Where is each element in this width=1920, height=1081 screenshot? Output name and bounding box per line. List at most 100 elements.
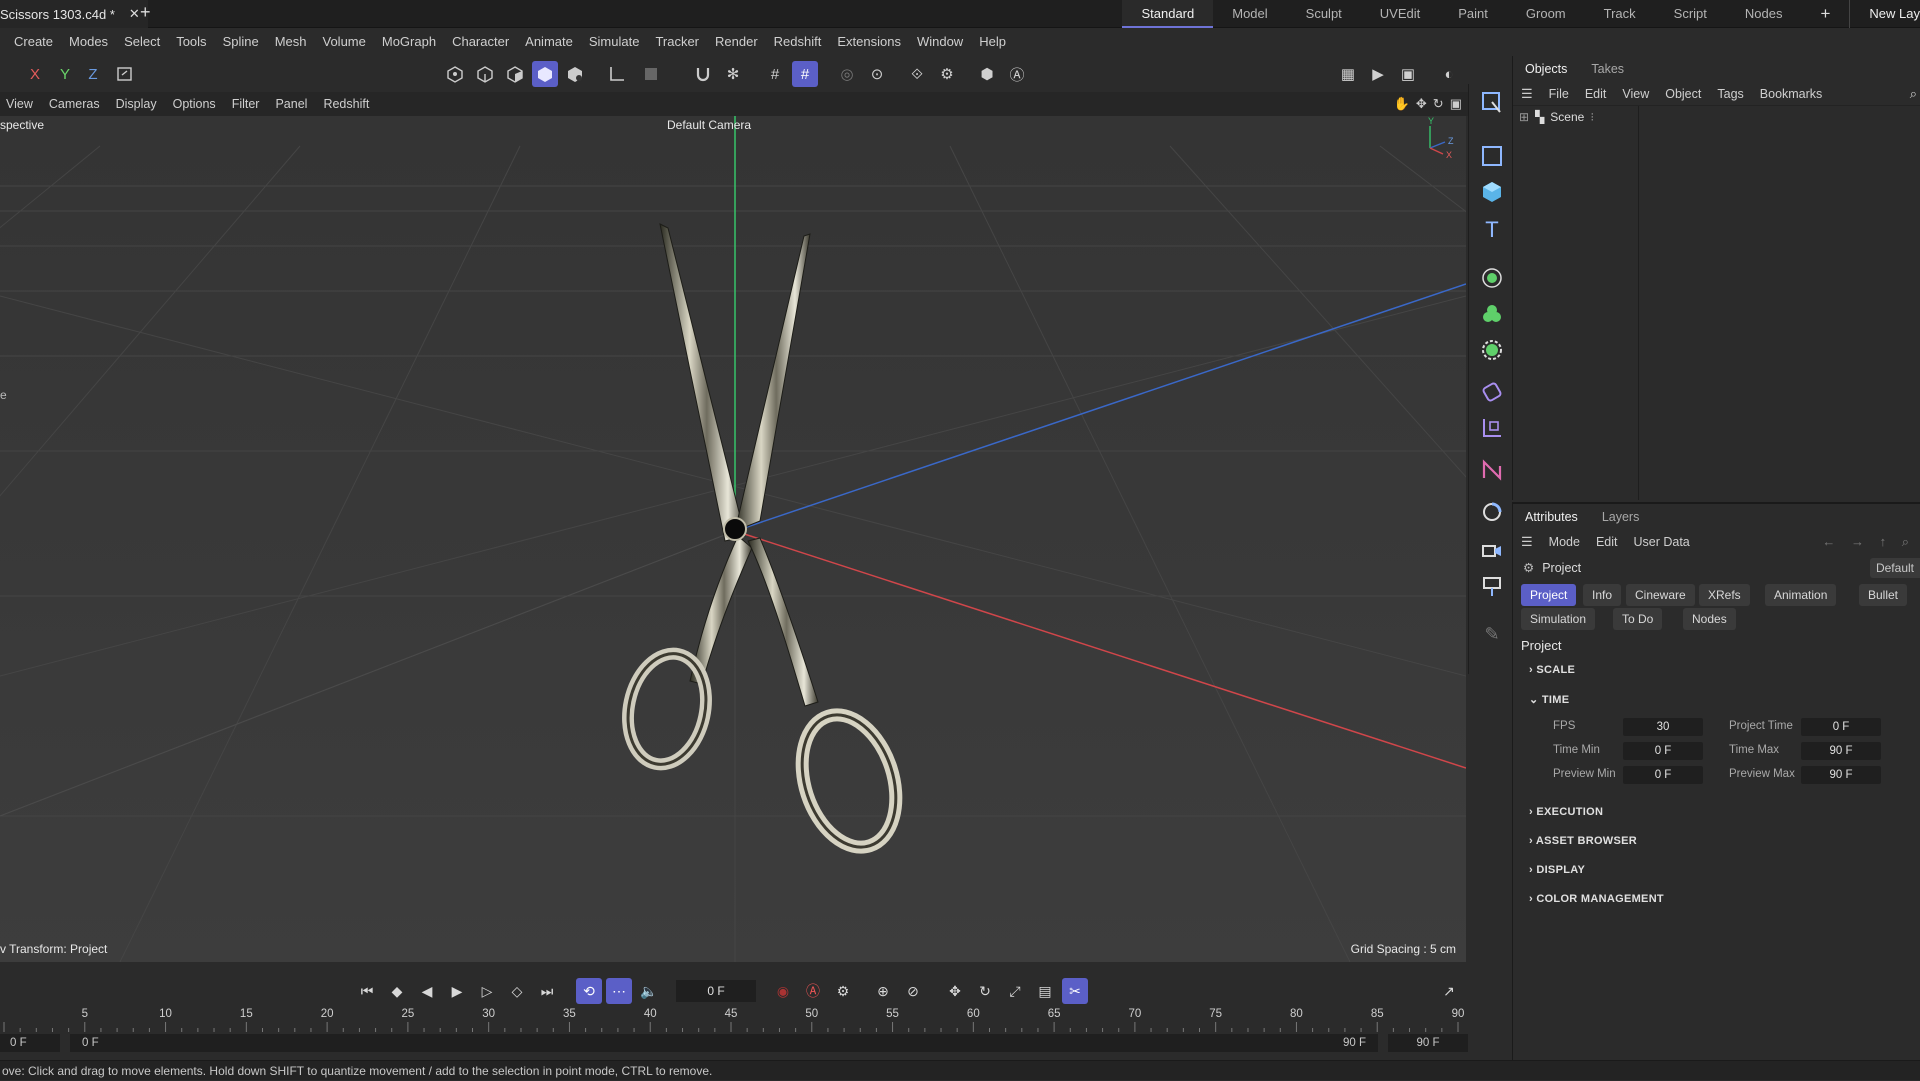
obj-menu-edit[interactable]: Edit — [1577, 87, 1615, 101]
texture-mode-icon[interactable] — [638, 61, 664, 87]
menu-modes[interactable]: Modes — [61, 34, 116, 49]
layout-script[interactable]: Script — [1655, 0, 1726, 28]
attr-nav-icons[interactable]: ← → ↑ ⌕ — [1822, 534, 1915, 550]
obj-menu-tags[interactable]: Tags — [1709, 87, 1751, 101]
mograph-icon[interactable] — [1476, 298, 1508, 330]
attr-tab-xrefs[interactable]: XRefs — [1699, 584, 1750, 606]
sound-icon[interactable]: 🔈 — [636, 978, 662, 1004]
live-selection-icon[interactable] — [1476, 86, 1508, 118]
menu-spline[interactable]: Spline — [215, 34, 267, 49]
snap-magnet-icon[interactable] — [690, 61, 716, 87]
redshift-ipr-icon[interactable]: ◐ — [1436, 61, 1462, 87]
menu-simulate[interactable]: Simulate — [581, 34, 648, 49]
timeline-graph-icon[interactable]: ↗ — [1436, 978, 1462, 1004]
time-max-field[interactable]: 90 F — [1801, 742, 1881, 760]
add-layout-icon[interactable]: + — [1801, 0, 1851, 28]
vp-menu-panel[interactable]: Panel — [269, 97, 317, 111]
attr-tab-cineware[interactable]: Cineware — [1626, 584, 1695, 606]
menu-select[interactable]: Select — [116, 34, 168, 49]
vp-menu-view[interactable]: View — [0, 97, 43, 111]
next-frame-icon[interactable]: ▷ — [474, 978, 500, 1004]
attr-tab-nodes[interactable]: Nodes — [1683, 608, 1736, 630]
vp-menu-options[interactable]: Options — [167, 97, 226, 111]
key-move-icon[interactable]: ✥ — [942, 978, 968, 1004]
camera-label[interactable]: Default Camera — [667, 118, 751, 132]
field-icon[interactable] — [1476, 412, 1508, 444]
obj-menu-view[interactable]: View — [1614, 87, 1657, 101]
time-min-field[interactable]: 0 F — [1623, 742, 1703, 760]
keyframe-settings-icon[interactable]: ⚙ — [830, 978, 856, 1004]
key-param-icon[interactable]: ▤ — [1032, 978, 1058, 1004]
menu-render[interactable]: Render — [707, 34, 766, 49]
volume-icon[interactable] — [1476, 454, 1508, 486]
toggle-views-icon[interactable]: ▣ — [1450, 96, 1462, 112]
mirror-icon[interactable]: ⟐ — [904, 61, 930, 87]
render-region-icon[interactable]: ▦ — [1335, 61, 1361, 87]
new-layout-button[interactable]: New Lay — [1850, 0, 1920, 28]
grid-snap-icon[interactable]: # — [792, 61, 818, 87]
menu-redshift[interactable]: Redshift — [766, 34, 830, 49]
render-view-icon[interactable]: ▶ — [1365, 61, 1391, 87]
menu-character[interactable]: Character — [444, 34, 517, 49]
loop-icon[interactable]: ⟲ — [576, 978, 602, 1004]
lock-workplane-icon[interactable]: ⬢ — [974, 61, 1000, 87]
layout-uvedit[interactable]: UVEdit — [1361, 0, 1439, 28]
coordinate-system-icon[interactable] — [112, 61, 138, 87]
key-rotate-icon[interactable]: ↻ — [972, 978, 998, 1004]
camera-icon[interactable] — [1476, 534, 1508, 566]
points-mode-icon[interactable] — [442, 61, 468, 87]
attr-tab-animation[interactable]: Animation — [1765, 584, 1837, 606]
autokey-icon[interactable]: Ⓐ — [800, 978, 826, 1004]
polygons-mode-icon[interactable] — [502, 61, 528, 87]
preview-max-field[interactable]: 90 F — [1801, 766, 1881, 784]
menu-extensions[interactable]: Extensions — [829, 34, 909, 49]
axis-y-toggle[interactable]: Y — [52, 61, 78, 87]
close-icon[interactable]: ✕ — [129, 6, 140, 22]
menu-mograph[interactable]: MoGraph — [374, 34, 444, 49]
layout-model[interactable]: Model — [1213, 0, 1286, 28]
next-key-icon[interactable]: ◇ — [504, 978, 530, 1004]
orbit-icon[interactable]: ↻ — [1433, 96, 1444, 112]
soft-selection-icon[interactable]: ◎ — [834, 61, 860, 87]
menu-animate[interactable]: Animate — [517, 34, 581, 49]
document-tab[interactable]: Scissors 1303.c4d * ✕ — [0, 0, 148, 28]
menu-tools[interactable]: Tools — [168, 34, 214, 49]
symmetry-icon[interactable]: ⊙ — [864, 61, 890, 87]
layout-nodes[interactable]: Nodes — [1726, 0, 1802, 28]
attr-tab-project[interactable]: Project — [1521, 584, 1577, 606]
obj-menu-bookmarks[interactable]: Bookmarks — [1752, 87, 1831, 101]
menu-create[interactable]: Create — [6, 34, 61, 49]
effector-icon[interactable] — [1476, 334, 1508, 366]
tab-takes[interactable]: Takes — [1579, 62, 1636, 76]
menu-tracker[interactable]: Tracker — [647, 34, 707, 49]
prev-key-icon[interactable]: ◆ — [384, 978, 410, 1004]
hamburger-menu-icon[interactable]: ☰ — [1513, 86, 1541, 102]
attr-tab-info[interactable]: Info — [1583, 584, 1622, 606]
light-icon[interactable] — [1476, 570, 1508, 602]
attr-tab-bullet[interactable]: Bullet — [1859, 584, 1908, 606]
render-settings-icon[interactable]: ▣ — [1395, 61, 1421, 87]
paint-brush-icon[interactable]: ✎ — [1476, 618, 1508, 650]
attr-menu-edit[interactable]: Edit — [1588, 535, 1626, 549]
key-scale-icon[interactable]: ⤢ — [1002, 978, 1028, 1004]
go-to-start-icon[interactable]: ⏮ — [354, 978, 380, 1004]
preset-dropdown[interactable]: Default — [1869, 558, 1920, 578]
range-end-field[interactable]: 90 F — [1388, 1034, 1468, 1052]
environment-icon[interactable] — [1476, 496, 1508, 528]
section-display[interactable]: › DISPLAY — [1529, 864, 1585, 876]
axis-z-toggle[interactable]: Z — [80, 61, 106, 87]
range-bar[interactable]: 0 F 90 F — [70, 1034, 1378, 1052]
vp-menu-display[interactable]: Display — [110, 97, 167, 111]
layout-standard[interactable]: Standard — [1122, 0, 1214, 28]
layout-sculpt[interactable]: Sculpt — [1287, 0, 1361, 28]
vp-menu-filter[interactable]: Filter — [226, 97, 270, 111]
key-position-icon[interactable]: ⊕ — [870, 978, 896, 1004]
range-start-field[interactable]: 0 F — [0, 1034, 60, 1052]
attr-hamburger-icon[interactable]: ☰ — [1513, 534, 1541, 550]
playback-range-icon[interactable]: ⋯ — [606, 978, 632, 1004]
mirror-settings-icon[interactable]: ⚙ — [934, 61, 960, 87]
rectangle-spline-icon[interactable] — [1476, 140, 1508, 172]
menu-mesh[interactable]: Mesh — [267, 34, 315, 49]
vp-menu-redshift[interactable]: Redshift — [317, 97, 379, 111]
section-asset-browser[interactable]: › ASSET BROWSER — [1529, 835, 1637, 847]
